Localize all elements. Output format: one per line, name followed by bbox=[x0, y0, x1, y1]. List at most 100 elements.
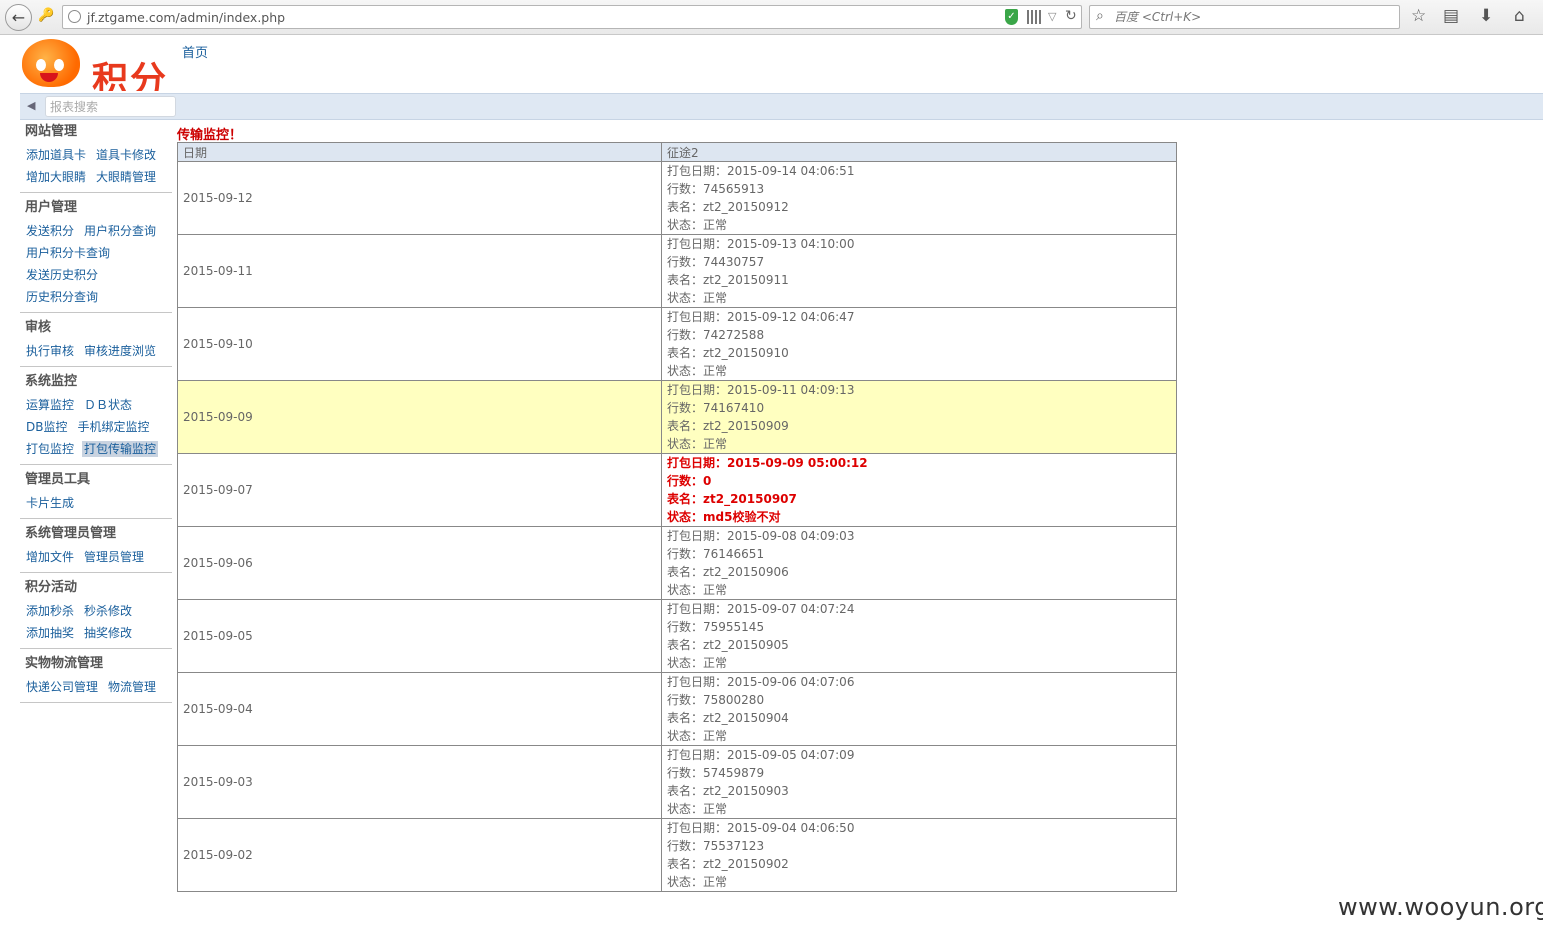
table-row: 2015-09-10 打包日期：2015-09-12 04:06:47 行数：742… bbox=[177, 307, 1177, 381]
arrow-left-icon: ← bbox=[11, 8, 26, 27]
sidebar-link[interactable]: 发送历史积分 bbox=[24, 267, 100, 283]
sidebar-link[interactable]: DB监控 bbox=[24, 419, 69, 435]
sidebar-link[interactable]: 快递公司管理 bbox=[24, 679, 100, 695]
sidebar-section: 积分活动添加秒杀 秒杀修改 添加抽奖 抽奖修改 bbox=[20, 577, 172, 649]
package-info-cell: 打包日期：2015-09-14 04:06:51 行数：74565913 表名：zt… bbox=[661, 161, 1177, 235]
package-info-line: 表名：zt2_20150907 bbox=[667, 492, 797, 506]
package-info-line: 打包日期：2015-09-11 04:09:13 bbox=[667, 383, 855, 397]
package-info-line: 表名：zt2_20150906 bbox=[667, 565, 789, 579]
package-info-cell: 打包日期：2015-09-11 04:09:13 行数：74167410 表名：zt… bbox=[661, 380, 1177, 454]
package-info-line: 打包日期：2015-09-13 04:10:00 bbox=[667, 237, 855, 251]
sidebar-link[interactable]: 卡片生成 bbox=[24, 495, 76, 511]
table-row: 2015-09-05 打包日期：2015-09-07 04:07:24 行数：759… bbox=[177, 599, 1177, 673]
package-info-line: 状态：正常 bbox=[667, 583, 728, 597]
package-info-line: 打包日期：2015-09-12 04:06:47 bbox=[667, 310, 855, 324]
package-info-line: 行数：0 bbox=[667, 474, 712, 488]
package-info-cell: 打包日期：2015-09-04 04:06:50 行数：75537123 表名：zt… bbox=[661, 818, 1177, 892]
sidebar-link[interactable]: 手机绑定监控 bbox=[75, 419, 151, 435]
site-logo[interactable]: 积分 bbox=[20, 37, 178, 91]
dropdown-icon[interactable]: ▽ bbox=[1048, 10, 1056, 23]
package-info-line: 表名：zt2_20150910 bbox=[667, 346, 789, 360]
package-info-line: 表名：zt2_20150904 bbox=[667, 711, 789, 725]
sidebar-link[interactable]: 增加大眼睛 bbox=[24, 169, 88, 185]
package-info-line: 行数：75537123 bbox=[667, 839, 765, 853]
bookmark-star-icon[interactable]: ☆ bbox=[1411, 6, 1426, 26]
home-icon[interactable]: ⌂ bbox=[1514, 6, 1525, 26]
sidebar-section: 系统监控运算监控 ＤＢ状态 DB监控 手机绑定监控打包监控 打包传输监控 bbox=[20, 371, 172, 465]
browser-search-input[interactable] bbox=[1114, 9, 1384, 25]
download-icon[interactable]: ⬇ bbox=[1479, 6, 1493, 26]
package-info-line: 表名：zt2_20150905 bbox=[667, 638, 789, 652]
sidebar-link[interactable]: 增加文件 bbox=[24, 549, 76, 565]
reading-list-icon[interactable]: ▤ bbox=[1443, 6, 1459, 26]
report-search-input[interactable] bbox=[45, 96, 176, 117]
home-link[interactable]: 首页 bbox=[182, 42, 208, 61]
sidebar-link[interactable]: 添加抽奖 bbox=[24, 625, 76, 641]
table-row: 2015-09-09 打包日期：2015-09-11 04:09:13 行数：741… bbox=[177, 380, 1177, 454]
transfer-monitor-table: 日期 征途2 2015-09-12 打包日期：2015-09-14 04:06:5… bbox=[177, 142, 1177, 892]
key-icon[interactable]: 🔑 bbox=[38, 8, 54, 23]
package-info-line: 状态：正常 bbox=[667, 437, 728, 451]
sidebar-link[interactable]: 道具卡修改 bbox=[94, 147, 158, 163]
package-info-line: 状态：正常 bbox=[667, 875, 728, 889]
sidebar-link[interactable]: 抽奖修改 bbox=[82, 625, 134, 641]
collapse-left-icon[interactable]: ◀ bbox=[27, 99, 35, 112]
shield-icon[interactable]: ✓ bbox=[1005, 9, 1018, 25]
sidebar-link[interactable]: 秒杀修改 bbox=[82, 603, 134, 619]
logo-lettering: 积分 bbox=[92, 59, 169, 91]
sidebar-link[interactable]: 打包传输监控 bbox=[82, 441, 159, 457]
package-info-line: 状态：正常 bbox=[667, 364, 728, 378]
sidebar-link[interactable]: 运算监控 bbox=[24, 397, 76, 413]
sidebar-link[interactable]: 打包监控 bbox=[24, 441, 76, 457]
sidebar-link[interactable]: 管理员管理 bbox=[82, 549, 146, 565]
sidebar-link[interactable]: 用户积分卡查询 bbox=[24, 245, 112, 261]
sidebar-link[interactable]: 添加道具卡 bbox=[24, 147, 88, 163]
column-header-date: 日期 bbox=[177, 142, 662, 162]
package-info-cell: 打包日期：2015-09-09 05:00:12 行数：0 表名：zt2_20150… bbox=[661, 453, 1177, 527]
date-cell: 2015-09-07 bbox=[177, 453, 662, 527]
sidebar-section-title: 系统管理员管理 bbox=[25, 526, 117, 541]
package-info-line: 状态：正常 bbox=[667, 802, 728, 816]
package-info-line: 行数：75955145 bbox=[667, 620, 765, 634]
sidebar-link[interactable]: 审核进度浏览 bbox=[82, 343, 158, 359]
qr-code-icon[interactable] bbox=[1027, 10, 1041, 24]
sidebar-link[interactable]: 物流管理 bbox=[106, 679, 158, 695]
sidebar-section-title: 管理员工具 bbox=[25, 472, 91, 487]
package-info-line: 状态：正常 bbox=[667, 729, 728, 743]
package-info-cell: 打包日期：2015-09-06 04:07:06 行数：75800280 表名：zt… bbox=[661, 672, 1177, 746]
table-row: 2015-09-03 打包日期：2015-09-05 04:07:09 行数：574… bbox=[177, 745, 1177, 819]
column-header-zt2: 征途2 bbox=[661, 142, 1177, 162]
reload-icon[interactable]: ↻ bbox=[1065, 8, 1077, 24]
search-icon: ⌕ bbox=[1096, 8, 1104, 24]
package-info-line: 状态：正常 bbox=[667, 291, 728, 305]
table-row: 2015-09-11 打包日期：2015-09-13 04:10:00 行数：744… bbox=[177, 234, 1177, 308]
package-info-line: 状态：md5校验不对 bbox=[667, 510, 781, 524]
sidebar-section: 网站管理 添加道具卡 道具卡修改 增加大眼睛 大眼睛管理 bbox=[20, 121, 172, 193]
sidebar-section-title: 积分活动 bbox=[25, 580, 78, 595]
package-info-line: 状态：正常 bbox=[667, 656, 728, 670]
table-row: 2015-09-04 打包日期：2015-09-06 04:07:06 行数：758… bbox=[177, 672, 1177, 746]
sidebar-link[interactable]: 添加秒杀 bbox=[24, 603, 76, 619]
sidebar-link[interactable]: 用户积分查询 bbox=[82, 223, 158, 239]
table-row: 2015-09-07 打包日期：2015-09-09 05:00:12 行数：0 表名… bbox=[177, 453, 1177, 527]
package-info-cell: 打包日期：2015-09-05 04:07:09 行数：57459879 表名：zt… bbox=[661, 745, 1177, 819]
package-info-line: 打包日期：2015-09-05 04:07:09 bbox=[667, 748, 855, 762]
url-text[interactable]: jf.ztgame.com/admin/index.php bbox=[87, 10, 285, 25]
sidebar-section-title: 系统监控 bbox=[25, 374, 78, 389]
sidebar-link[interactable]: 发送积分 bbox=[24, 223, 76, 239]
sidebar-link[interactable]: 执行审核 bbox=[24, 343, 76, 359]
date-cell: 2015-09-12 bbox=[177, 161, 662, 235]
date-cell: 2015-09-06 bbox=[177, 526, 662, 600]
browser-search-box[interactable]: ⌕ bbox=[1089, 5, 1400, 29]
sidebar-link[interactable]: 历史积分查询 bbox=[24, 289, 100, 305]
page-title: 传输监控！ bbox=[177, 128, 243, 143]
sidebar-section-title: 审核 bbox=[25, 320, 52, 335]
package-info-cell: 打包日期：2015-09-07 04:07:24 行数：75955145 表名：zt… bbox=[661, 599, 1177, 673]
sidebar-link[interactable]: ＤＢ状态 bbox=[82, 397, 134, 413]
back-button[interactable]: ← bbox=[5, 4, 32, 31]
url-bar[interactable]: jf.ztgame.com/admin/index.php ✓ ▽ ↻ bbox=[62, 5, 1082, 29]
package-info-line: 行数：74272588 bbox=[667, 328, 765, 342]
date-cell: 2015-09-02 bbox=[177, 818, 662, 892]
sidebar-link[interactable]: 大眼睛管理 bbox=[94, 169, 158, 185]
sidebar-section-title: 实物物流管理 bbox=[25, 656, 104, 671]
